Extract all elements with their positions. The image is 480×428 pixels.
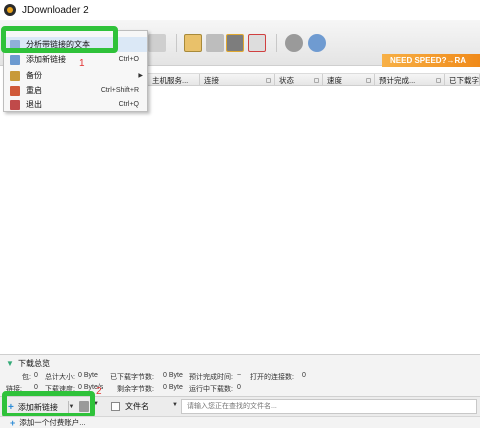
stat-eta-label: 预计完成时间:: [189, 374, 233, 381]
title-bar: JDownloader 2: [0, 0, 480, 20]
stat-total-size-label: 总计大小:: [45, 374, 75, 381]
stat-running-value: 0: [237, 384, 241, 391]
refresh-icon[interactable]: [285, 34, 303, 52]
stat-connections-value: 0: [302, 372, 306, 379]
status-bar: + 添加一个付费账户...: [0, 416, 480, 428]
stat-downloaded-label: 已下载字节数:: [110, 374, 154, 381]
column-downloaded[interactable]: 已下载字: [445, 74, 480, 86]
reconnect-icon[interactable]: [206, 34, 224, 52]
step-number-2: 2: [96, 386, 102, 397]
stat-remaining-label: 剩余字节数:: [117, 386, 154, 393]
toolbar-separator: [176, 34, 177, 52]
highlight-box-step-2: [2, 391, 95, 418]
add-premium-account-link[interactable]: 添加一个付费账户...: [19, 417, 85, 428]
lock-icon: [436, 77, 441, 83]
collapse-arrow-icon[interactable]: ▼: [6, 359, 14, 368]
search-input[interactable]: [181, 399, 477, 414]
filename-checkbox[interactable]: [111, 402, 120, 411]
update-icon[interactable]: [308, 34, 326, 52]
column-connection[interactable]: 连接: [200, 74, 275, 86]
lock-icon: [266, 77, 271, 83]
stat-packages-label: 包:: [22, 374, 31, 381]
plus-icon: +: [10, 417, 16, 428]
column-host[interactable]: 主机服务...: [148, 74, 200, 86]
exit-icon: [10, 99, 20, 110]
menu-item-restart[interactable]: 重启 Ctrl+Shift+R: [4, 83, 147, 98]
stat-remaining-value: 0 Byte: [163, 384, 183, 391]
stat-running-label: 运行中下载数:: [189, 386, 233, 393]
menu-item-backup[interactable]: 备份 ▶: [4, 68, 147, 83]
lock-icon: [366, 77, 371, 83]
toolbar-separator: [276, 34, 277, 52]
clear-list-icon[interactable]: [248, 34, 266, 52]
column-eta[interactable]: 预计完成...: [375, 74, 445, 86]
column-status[interactable]: 状态: [275, 74, 323, 86]
filename-dropdown-arrow[interactable]: ▼: [172, 402, 178, 408]
stat-downloaded-value: 0 Byte: [163, 372, 183, 379]
jdownloader-logo-icon: [4, 4, 16, 16]
download-list-header: 主机服务... 连接 状态 速度 预计完成... 已下载字: [148, 73, 480, 86]
download-overview-panel: ▼ 下载总览 包: 0 总计大小: 0 Byte 已下载字节数: 0 Byte …: [0, 354, 480, 396]
restart-icon: [10, 85, 20, 96]
submenu-arrow-icon: ▶: [138, 73, 143, 79]
download-icon[interactable]: [148, 34, 166, 52]
menu-item-exit[interactable]: 退出 Ctrl+Q: [4, 97, 147, 112]
panel-title[interactable]: ▼ 下载总览: [6, 358, 50, 369]
stat-packages-value: 0: [34, 372, 38, 379]
clipboard-icon[interactable]: [184, 34, 202, 52]
stat-links-value: 0: [34, 384, 38, 391]
filename-label: 文件名: [125, 402, 149, 411]
stat-eta-value: ~: [237, 372, 242, 379]
stat-connections-label: 打开的连接数:: [250, 374, 294, 381]
backup-icon: [10, 70, 20, 81]
need-speed-banner[interactable]: NEED SPEED?→RA: [382, 54, 480, 67]
stat-total-size-value: 0 Byte: [78, 372, 98, 379]
highlight-box-step-1: [1, 26, 118, 53]
window-title: JDownloader 2: [22, 4, 89, 16]
menu-item-add-links[interactable]: 添加新链接 Ctrl+O: [4, 52, 147, 67]
lock-icon: [314, 77, 319, 83]
column-speed[interactable]: 速度: [323, 74, 375, 86]
download-list[interactable]: [0, 86, 480, 354]
step-number-1: 1: [79, 58, 85, 69]
add-link-icon: [10, 54, 20, 65]
premium-icon[interactable]: [226, 34, 244, 52]
